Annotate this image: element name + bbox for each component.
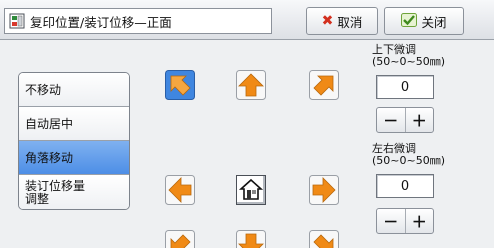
cancel-button[interactable]: ✖ 取消 [306,7,378,35]
close-x-icon: ✖ [321,13,334,29]
vertical-adjust-label: 上下微调 (50~0~50㎜) [372,43,446,68]
option-binding-shift[interactable]: 装订位移量 调整 [19,175,129,209]
horizontal-adjust-label: 左右微调 (50~0~50㎜) [372,142,446,167]
shift-top-right-button[interactable] [309,70,339,100]
shift-top-button[interactable] [236,70,266,100]
horizontal-stepper: － ＋ [376,208,434,234]
title-box: 复印位置/装订位移—正面 [4,8,272,34]
shift-mode-list: 不移动 自动居中 角落移动 装订位移量 调整 [18,72,130,210]
shift-left-button[interactable] [165,175,195,205]
option-no-shift[interactable]: 不移动 [19,73,129,107]
vertical-minus-button[interactable]: － [377,108,405,132]
vertical-value-field[interactable]: 0 [376,75,434,99]
shift-bottom-left-button[interactable] [165,230,195,248]
option-auto-center[interactable]: 自动居中 [19,107,129,141]
copy-position-icon [9,13,25,29]
checkmark-icon [401,12,418,30]
cancel-label: 取消 [337,14,363,30]
page-title: 复印位置/装订位移—正面 [30,14,172,30]
shift-right-button[interactable] [309,175,339,205]
dialog-header: 复印位置/装订位移—正面 ✖ 取消 关闭 [0,0,494,40]
option-corner-shift[interactable]: 角落移动 [19,141,129,175]
house-icon[interactable] [236,175,266,205]
horizontal-minus-button[interactable]: － [377,209,405,233]
dialog-body: 不移动 自动居中 角落移动 装订位移量 调整 上下微调 (50~0~50㎜) 0… [0,40,494,248]
close-button[interactable]: 关闭 [384,7,464,35]
shift-bottom-right-button[interactable] [309,230,339,248]
shift-bottom-button[interactable] [236,230,266,248]
vertical-plus-button[interactable]: ＋ [406,108,434,132]
close-label: 关闭 [421,14,447,30]
horizontal-value-field[interactable]: 0 [376,174,434,198]
horizontal-plus-button[interactable]: ＋ [406,209,434,233]
shift-top-left-button[interactable] [165,70,195,100]
vertical-stepper: － ＋ [376,107,434,133]
